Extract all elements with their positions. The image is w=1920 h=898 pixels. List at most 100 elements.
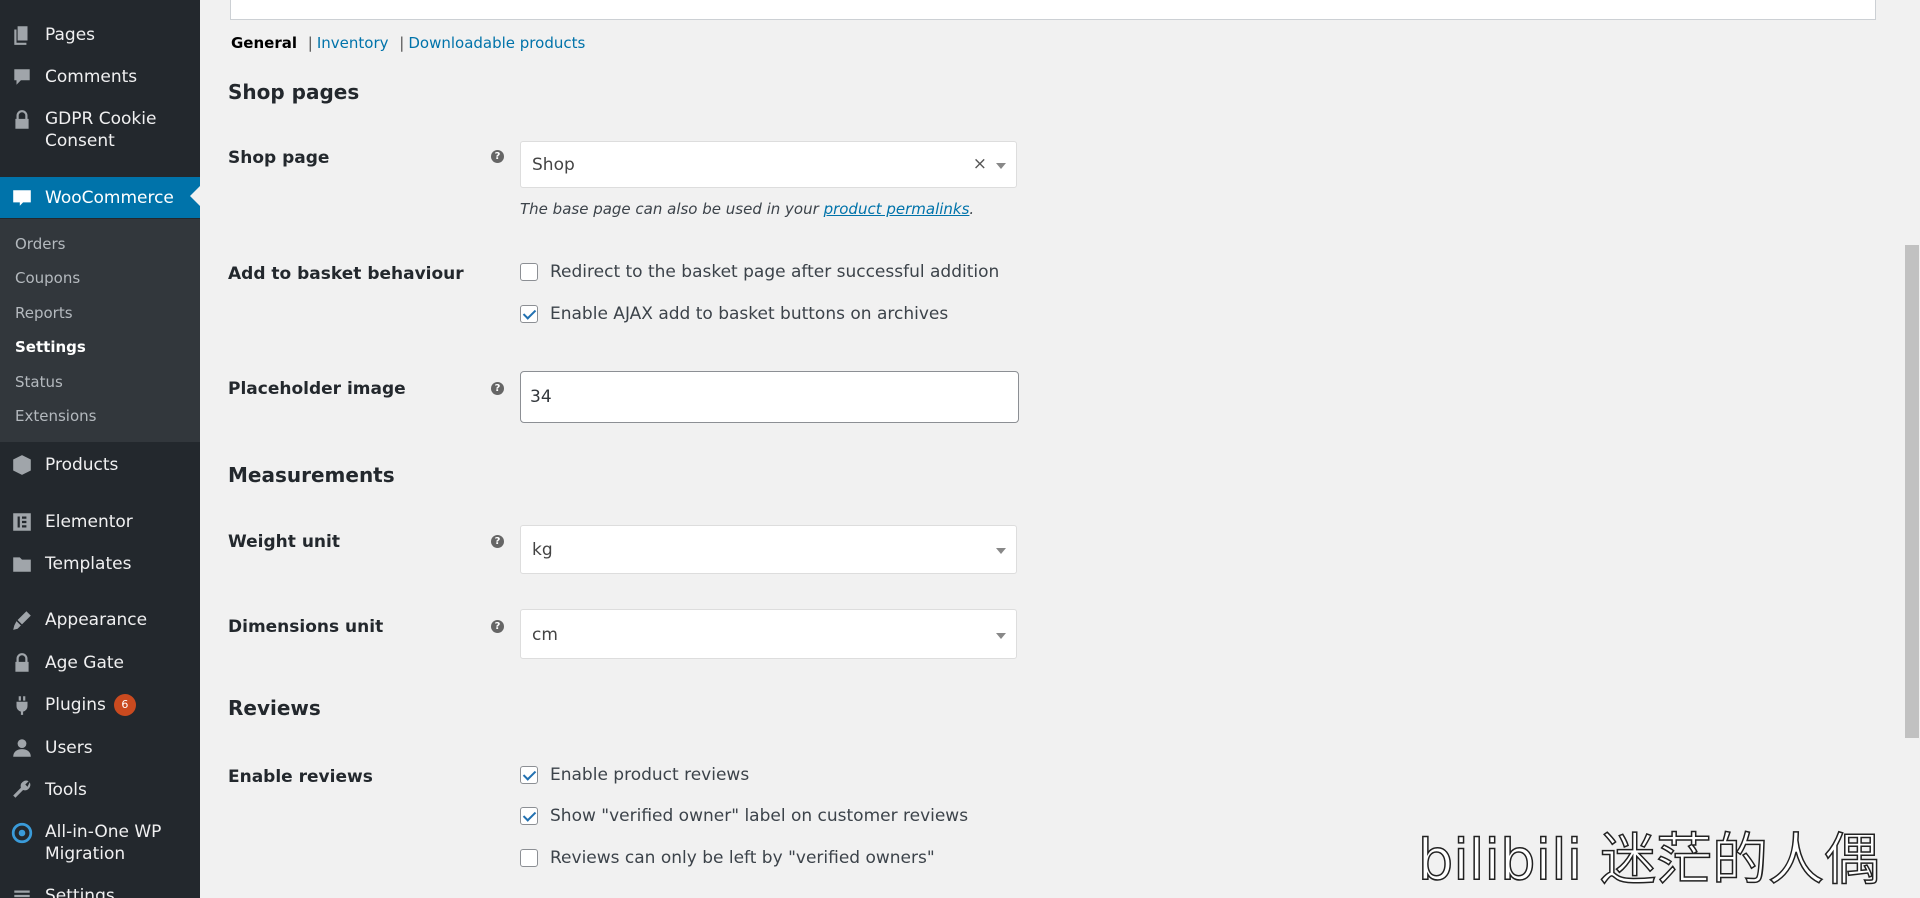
redirect-checkbox[interactable] xyxy=(520,263,538,281)
menu-label: Appearance xyxy=(45,610,148,630)
section-subnav: General | Inventory | Downloadable product… xyxy=(230,34,585,52)
dropdown-arrow-icon xyxy=(996,163,1006,169)
enable-reviews-label: Enable reviews xyxy=(228,767,373,787)
menu-item-elementor[interactable]: Elementor xyxy=(0,510,200,534)
subnav-separator: | xyxy=(399,34,405,52)
menu-label: Elementor xyxy=(45,512,133,532)
submenu-extensions[interactable]: Extensions xyxy=(15,407,96,425)
lock-icon xyxy=(10,108,34,132)
menu-item-gdpr-cookie-consent[interactable]: GDPR Cookie Consent xyxy=(0,108,200,152)
description-text: The base page can also be used in your xyxy=(520,200,824,218)
woocommerce-icon xyxy=(10,186,34,210)
admin-sidebar: Pages Comments GDPR Cookie Consent WooCo… xyxy=(0,0,200,898)
menu-item-users[interactable]: Users xyxy=(0,736,200,760)
menu-label: Users xyxy=(45,738,93,758)
verified-owner-label-checkbox[interactable] xyxy=(520,807,538,825)
menu-item-woocommerce[interactable]: WooCommerce xyxy=(0,177,200,218)
shop-page-label: Shop page xyxy=(228,148,330,168)
menu-item-templates[interactable]: Templates xyxy=(0,552,200,576)
shop-page-select[interactable]: Shop × xyxy=(520,141,1017,188)
dropdown-arrow-icon xyxy=(996,548,1006,554)
plugins-update-badge: 6 xyxy=(113,694,136,716)
help-icon[interactable]: ? xyxy=(491,382,504,395)
menu-label: Templates xyxy=(45,554,132,574)
menu-label: WooCommerce xyxy=(45,187,174,208)
checkbox-label: Show "verified owner" label on customer … xyxy=(550,806,969,826)
redirect-option[interactable]: Redirect to the basket page after succes… xyxy=(520,262,999,282)
menu-item-all-in-one-wp-migration[interactable]: All-in-One WP Migration xyxy=(0,821,200,865)
product-reviews-option[interactable]: Enable product reviews xyxy=(520,765,749,785)
plugin-icon xyxy=(10,693,34,717)
watermark: bilibili 迷茫的人偶 xyxy=(1417,827,1881,894)
menu-label: Tools xyxy=(45,780,87,800)
checkbox-label: Reviews can only be left by "verified ow… xyxy=(550,848,935,868)
basket-behaviour-label: Add to basket behaviour xyxy=(228,264,464,284)
menu-label: GDPR Cookie Consent xyxy=(45,109,157,151)
submenu-settings[interactable]: Settings xyxy=(15,338,86,356)
menu-item-tools[interactable]: Tools xyxy=(0,778,200,802)
help-icon[interactable]: ? xyxy=(491,150,504,163)
menu-item-settings[interactable]: Settings xyxy=(0,884,200,898)
placeholder-image-label: Placeholder image xyxy=(228,379,406,399)
dropdown-arrow-icon xyxy=(996,633,1006,639)
verified-owner-label-option[interactable]: Show "verified owner" label on customer … xyxy=(520,806,968,826)
submenu-reports[interactable]: Reports xyxy=(15,304,73,322)
reviews-heading: Reviews xyxy=(228,696,321,720)
ajax-checkbox[interactable] xyxy=(520,305,538,323)
product-reviews-checkbox[interactable] xyxy=(520,766,538,784)
checkbox-label: Enable product reviews xyxy=(550,765,750,785)
wrench-icon xyxy=(10,778,34,802)
settings-nav-box xyxy=(230,0,1876,20)
subnav-general[interactable]: General xyxy=(231,34,297,52)
user-icon xyxy=(10,736,34,760)
product-permalinks-link[interactable]: product permalinks xyxy=(824,200,970,218)
menu-label: Age Gate xyxy=(45,653,124,673)
select-value: Shop xyxy=(532,155,575,175)
checkbox-label: Enable AJAX add to basket buttons on arc… xyxy=(550,304,949,324)
folder-icon xyxy=(10,552,34,576)
submenu-coupons[interactable]: Coupons xyxy=(15,269,80,287)
dimensions-unit-label: Dimensions unit xyxy=(228,617,384,637)
verified-owners-only-option[interactable]: Reviews can only be left by "verified ow… xyxy=(520,848,935,868)
help-icon[interactable]: ? xyxy=(491,535,504,548)
select-value: kg xyxy=(532,540,553,560)
subnav-inventory[interactable]: Inventory xyxy=(317,34,389,52)
comments-icon xyxy=(10,65,34,89)
measurements-heading: Measurements xyxy=(228,463,395,487)
page-scrollbar[interactable] xyxy=(1900,0,1920,898)
paintbrush-icon xyxy=(10,608,34,632)
menu-item-appearance[interactable]: Appearance xyxy=(0,608,200,632)
description-text-end: . xyxy=(969,200,975,218)
checkbox-label: Redirect to the basket page after succes… xyxy=(550,262,1000,282)
settings-icon xyxy=(10,884,34,898)
verified-owners-only-checkbox[interactable] xyxy=(520,849,538,867)
menu-label: Comments xyxy=(45,67,138,87)
menu-label: Products xyxy=(45,455,119,475)
menu-item-pages[interactable]: Pages xyxy=(0,23,200,47)
ajax-option[interactable]: Enable AJAX add to basket buttons on arc… xyxy=(520,304,948,324)
submenu-status[interactable]: Status xyxy=(15,373,63,391)
placeholder-image-input[interactable] xyxy=(520,371,1019,423)
subnav-separator: | xyxy=(307,34,313,52)
menu-label: Pages xyxy=(45,25,96,45)
select-value: cm xyxy=(532,625,558,645)
dimensions-unit-select[interactable]: cm xyxy=(520,609,1017,659)
active-menu-arrow xyxy=(190,185,200,207)
menu-item-age-gate[interactable]: Age Gate xyxy=(0,651,200,675)
menu-item-plugins[interactable]: Plugins 6 xyxy=(0,693,200,717)
weight-unit-label: Weight unit xyxy=(228,532,340,552)
submenu-orders[interactable]: Orders xyxy=(15,235,65,253)
menu-item-comments[interactable]: Comments xyxy=(0,65,200,89)
menu-item-products[interactable]: Products xyxy=(0,453,200,477)
shop-page-description: The base page can also be used in your p… xyxy=(520,200,974,218)
menu-label: Plugins xyxy=(45,695,106,715)
products-box-icon xyxy=(10,453,34,477)
pages-icon xyxy=(10,23,34,47)
weight-unit-select[interactable]: kg xyxy=(520,525,1017,574)
migration-icon xyxy=(10,821,34,845)
subnav-downloadable-products[interactable]: Downloadable products xyxy=(408,34,585,52)
clear-icon[interactable]: × xyxy=(973,154,987,174)
scrollbar-thumb[interactable] xyxy=(1905,245,1919,738)
help-icon[interactable]: ? xyxy=(491,620,504,633)
lock-icon xyxy=(10,651,34,675)
